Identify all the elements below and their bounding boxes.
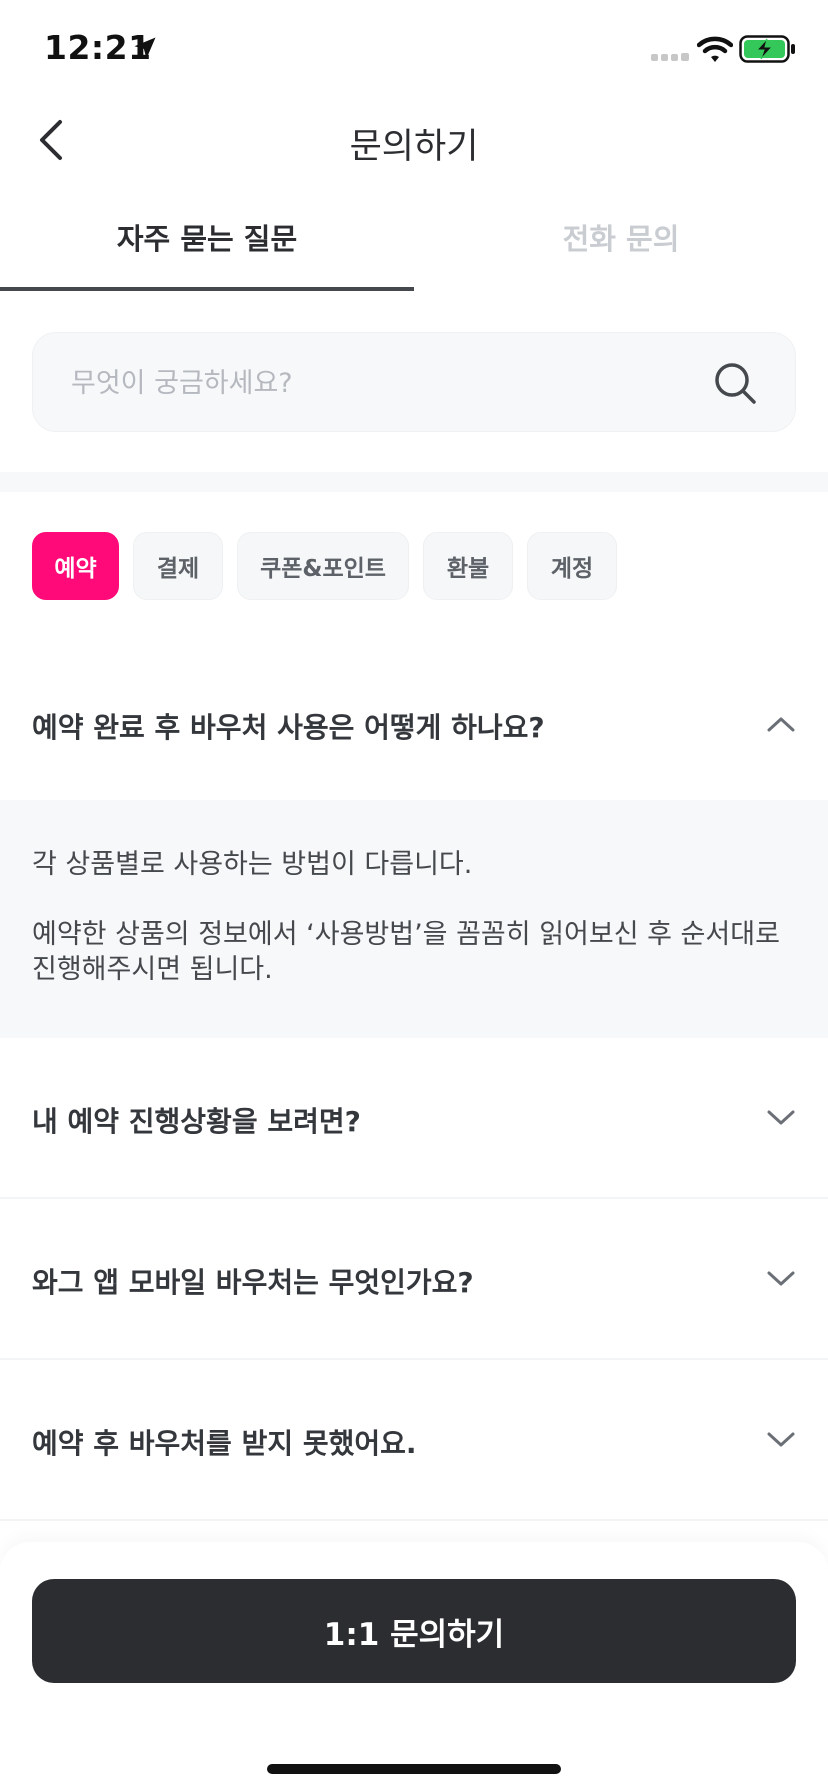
- home-indicator: [267, 1764, 561, 1774]
- inquiry-screen: 12:21 문의하기 자주 묻는 질문 전화 문의 무엇이 궁금하세요? 예약 …: [0, 0, 828, 1792]
- header: 문의하기: [0, 100, 828, 180]
- faq-answer: 각 상품별로 사용하는 방법이 다릅니다. 예약한 상품의 정보에서 ‘사용방법…: [0, 800, 828, 1038]
- tab-faq[interactable]: 자주 묻는 질문: [0, 196, 414, 292]
- chevron-up-icon: [767, 717, 795, 732]
- faq-item[interactable]: 예약 완료 후 바우처 사용은 어떻게 하나요?: [0, 670, 828, 800]
- section-divider: [0, 472, 828, 492]
- search-box: [32, 332, 796, 433]
- chevron-down-icon: [767, 1110, 795, 1125]
- faq-item[interactable]: 내 예약 진행상황을 보려면?: [0, 1038, 828, 1198]
- status-bar: 12:21: [0, 0, 828, 100]
- row-divider: [0, 1519, 828, 1521]
- cellular-signal-icon: [651, 53, 689, 61]
- chip-reservation[interactable]: 예약: [32, 532, 119, 600]
- chip-coupon-point[interactable]: 쿠폰&포인트: [237, 532, 409, 600]
- faq-question: 예약 완료 후 바우처 사용은 어떻게 하나요?: [32, 711, 545, 744]
- battery-charging-icon: [739, 35, 795, 63]
- chip-account[interactable]: 계정: [527, 532, 617, 600]
- answer-text: 예약한 상품의 정보에서 ‘사용방법’을 꼼꼼히 읽어보신 후 순서대로: [32, 919, 780, 950]
- search-icon[interactable]: [711, 359, 759, 407]
- location-arrow-icon: [134, 37, 156, 59]
- faq-question: 예약 후 바우처를 받지 못했어요.: [32, 1427, 417, 1460]
- category-chips: 예약 결제 쿠폰&포인트 환불 계정: [32, 532, 617, 600]
- chip-payment[interactable]: 결제: [133, 532, 223, 600]
- tab-phone-inquiry[interactable]: 전화 문의: [414, 196, 828, 292]
- faq-question: 와그 앱 모바일 바우처는 무엇인가요?: [32, 1266, 474, 1299]
- answer-text: 각 상품별로 사용하는 방법이 다릅니다.: [32, 849, 473, 880]
- search-input[interactable]: [71, 333, 691, 433]
- faq-item[interactable]: 예약 후 바우처를 받지 못했어요.: [0, 1360, 828, 1520]
- active-tab-indicator: [0, 287, 414, 291]
- answer-text: 진행해주시면 됩니다.: [32, 954, 273, 985]
- faq-question: 내 예약 진행상황을 보려면?: [32, 1105, 361, 1138]
- chevron-down-icon: [767, 1271, 795, 1286]
- wifi-icon: [697, 36, 733, 62]
- page-title: 문의하기: [349, 127, 479, 167]
- chevron-down-icon: [767, 1432, 795, 1447]
- faq-item[interactable]: 와그 앱 모바일 바우처는 무엇인가요?: [0, 1199, 828, 1359]
- chip-refund[interactable]: 환불: [423, 532, 513, 600]
- one-to-one-inquiry-button[interactable]: 1:1 문의하기: [32, 1579, 796, 1683]
